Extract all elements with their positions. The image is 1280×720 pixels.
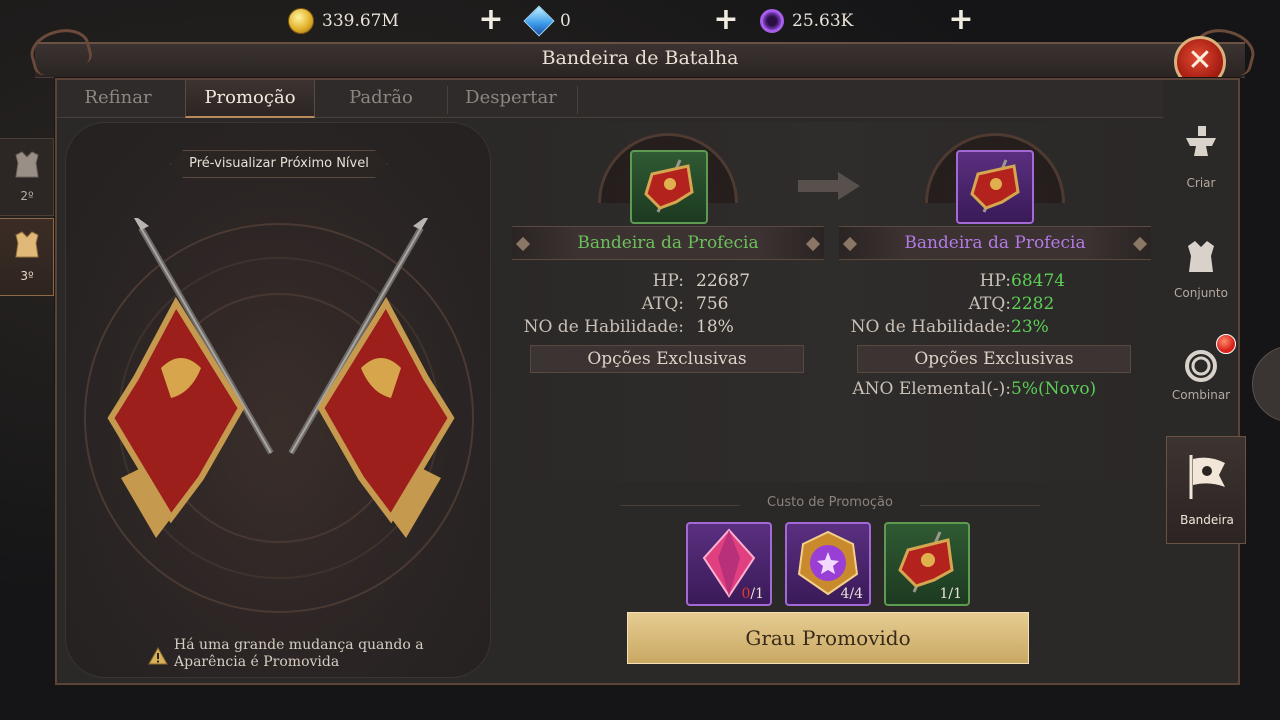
current-stat-row: HP: 22687 [512,270,812,293]
current-item-slot[interactable] [630,150,708,224]
gold-coin-icon [288,8,314,34]
diamond-ornament [515,236,531,252]
diamond-icon [523,5,555,37]
nav-label: Combinar [1171,388,1231,402]
next-item-slot[interactable] [956,150,1034,224]
cost-count: 4/4 [840,586,863,602]
orb-amount: 25.63K [792,11,854,31]
cost-item-slot[interactable]: 0/1 [686,522,772,606]
nav-item-bandeira[interactable]: Bandeira [1166,436,1246,544]
tab-padrao[interactable]: Padrão [321,80,441,118]
stat-value: 23% [1011,317,1049,337]
stat-key: HP: [979,271,1011,291]
resource-bar: 339.67M + 0 + 25.63K + [0,2,1280,38]
battle-flag-preview-image [107,218,455,538]
add-gold-button[interactable]: + [478,5,504,35]
nav-label: Conjunto [1174,286,1228,300]
stat-value: 2282 [1011,294,1055,314]
current-stat-row: ATQ: 756 [512,293,812,316]
next-stat-row: ATQ: 2282 [839,293,1139,316]
gold-resource: 339.67M [288,6,399,36]
next-exclusive-options: Opções Exclusivas [857,345,1131,373]
tab-refinar[interactable]: Refinar [57,80,179,118]
add-diamond-button[interactable]: + [713,5,739,35]
armor-icon [15,231,39,258]
tab-promocao[interactable]: Promoção [185,80,315,118]
promote-button[interactable]: Grau Promovido [627,612,1029,664]
cost-count: 0/1 [741,586,764,602]
tab-divider [447,86,448,114]
next-item-name-bar: Bandeira da Profecia [839,226,1151,260]
side-tab-grade-2[interactable]: 2º [0,138,54,216]
next-stat-row: NO de Habilidade: 23% [839,316,1139,339]
diamond-resource: 0 [523,5,571,37]
stat-key: ATQ: [641,294,684,314]
current-item-name-bar: Bandeira da Profecia [512,226,824,260]
preview-panel [65,122,491,678]
nav-item-combinar[interactable]: Combinar [1168,334,1236,438]
side-tab-label: 2º [20,189,34,203]
notification-badge [1216,334,1236,354]
current-item-name: Bandeira da Profecia [577,233,759,253]
next-item-name: Bandeira da Profecia [904,233,1086,253]
stat-value: 68474 [1011,271,1066,291]
diamond-ornament [1132,236,1148,252]
current-stat-row: NO de Habilidade: 18% [512,316,812,339]
tab-divider [577,86,578,114]
stat-value: 5%(Novo) [1011,379,1097,399]
window-title: Bandeira de Batalha [541,47,739,69]
nav-label: Criar [1186,176,1216,190]
orb-resource: 25.63K [760,6,853,36]
side-tab-label: 3º [20,269,34,283]
diamond-ornament [842,236,858,252]
battle-flag-icon [644,159,694,213]
cost-item-slot[interactable]: 4/4 [785,522,871,606]
tab-despertar[interactable]: Despertar [449,80,573,118]
ring-icon [1185,350,1217,382]
stat-value: 18% [696,317,734,337]
flag-icon [1189,455,1225,499]
anvil-icon [1186,126,1216,156]
nav-item-conjunto[interactable]: Conjunto [1168,228,1234,328]
cost-item-slot[interactable]: 1/1 [884,522,970,606]
stat-value: 756 [696,294,729,314]
gold-amount: 339.67M [322,11,399,31]
upgrade-arrow-icon [798,172,860,200]
new-elemental-option-row: ANO Elemental(-): 5%(Novo) [839,378,1139,401]
side-tab-grade-3[interactable]: 3º [0,218,54,296]
armor-icon [15,151,39,178]
tab-bar: Refinar Promoção Padrão Despertar [57,80,1163,118]
stat-key: NO de Habilidade: [850,317,1011,337]
armor-icon [1188,241,1214,272]
add-orb-button[interactable]: + [948,5,974,35]
cost-count: 1/1 [939,586,962,602]
warning-icon [148,647,168,665]
preview-next-level-label: Pré-visualizar Próximo Nível [170,150,388,178]
stat-key: HP: [652,271,684,291]
promotion-cost-label: Custo de Promoção [767,495,893,510]
purple-orb-icon [760,9,784,33]
next-stat-row: HP: 68474 [839,270,1139,293]
stat-key: ATQ: [968,294,1011,314]
current-exclusive-options: Opções Exclusivas [530,345,804,373]
battle-flag-icon [970,159,1020,213]
stat-key: NO de Habilidade: [523,317,684,337]
diamond-amount: 0 [560,11,571,31]
appearance-note-text: Há uma grande mudança quando a Aparência… [174,637,424,670]
diamond-ornament [805,236,821,252]
stat-key: ANO Elemental(-): [852,379,1011,399]
nav-label: Bandeira [1180,513,1234,527]
close-icon: ✕ [1187,43,1213,78]
nav-item-criar[interactable]: Criar [1168,112,1234,212]
stat-value: 22687 [696,271,751,291]
